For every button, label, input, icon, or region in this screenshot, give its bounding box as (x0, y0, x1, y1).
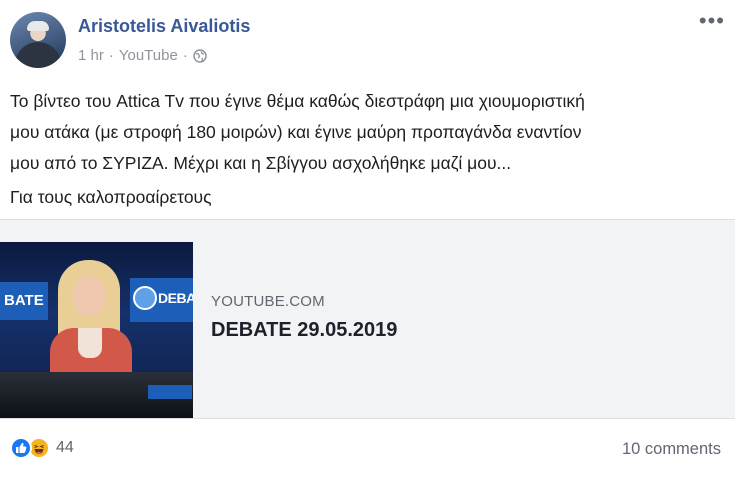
link-title[interactable]: DEBATE 29.05.2019 (211, 319, 397, 342)
avatar[interactable] (10, 12, 66, 68)
meta-separator: · (108, 47, 114, 64)
link-preview-card[interactable]: BATE DEBATE YOUTUBE.COM DEBATE 29.05.201… (0, 219, 735, 419)
author-name[interactable]: Aristotelis Aivaliotis (78, 16, 250, 37)
meta-separator: · (182, 47, 188, 64)
globe-icon[interactable] (193, 48, 207, 63)
like-icon (10, 437, 32, 459)
more-options-icon[interactable]: ••• (699, 10, 725, 32)
comments-count-link[interactable]: 10 comments (622, 440, 721, 459)
post-text-line: Για τους καλοπροαίρετους (10, 187, 212, 207)
thumbnail-label-right: DEBATE (158, 290, 193, 306)
video-thumbnail[interactable]: BATE DEBATE (0, 242, 193, 418)
post-meta: 1 hr · YouTube · (78, 47, 207, 64)
facebook-post: Aristotelis Aivaliotis 1 hr · YouTube · … (0, 0, 735, 480)
reactions-summary[interactable]: 44 (10, 437, 74, 459)
link-domain: YOUTUBE.COM (211, 293, 325, 310)
post-timestamp[interactable]: 1 hr (78, 47, 104, 64)
post-source[interactable]: YouTube (119, 47, 178, 64)
post-text-line: μου από το ΣΥΡΙΖΑ. Μέχρι και η Σβίγγου α… (10, 153, 512, 173)
post-text: Το βίντεο του Attica Tv που έγινε θέμα κ… (10, 86, 720, 213)
reaction-count[interactable]: 44 (56, 439, 74, 457)
post-text-line: μου ατάκα (με στροφή 180 μοιρών) και έγι… (10, 122, 582, 142)
thumbnail-label-left: BATE (4, 292, 44, 309)
post-text-line: Το βίντεο του Attica Tv που έγινε θέμα κ… (10, 91, 585, 111)
